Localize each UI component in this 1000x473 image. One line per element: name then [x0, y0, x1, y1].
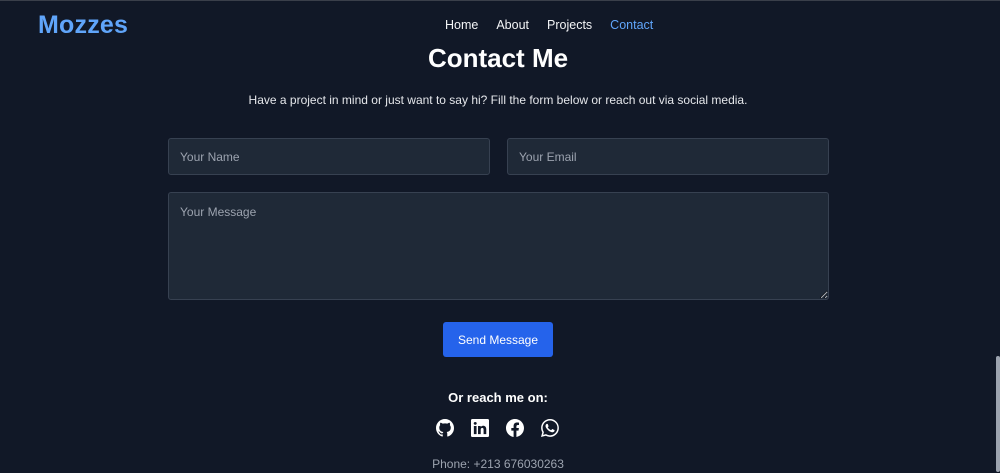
brand-logo[interactable]: Mozzes: [38, 11, 128, 40]
reach-me-heading: Or reach me on:: [448, 390, 548, 405]
nav-link-projects[interactable]: Projects: [547, 18, 592, 32]
name-input[interactable]: [168, 138, 490, 175]
send-message-button[interactable]: Send Message: [443, 322, 553, 357]
linkedin-icon[interactable]: [471, 419, 489, 437]
phone-number: Phone: +213 676030263: [432, 457, 564, 471]
message-textarea[interactable]: [168, 192, 829, 300]
scrollbar-thumb[interactable]: [996, 356, 1000, 472]
nav-link-contact[interactable]: Contact: [610, 18, 653, 32]
github-icon[interactable]: [436, 419, 454, 437]
page-subtitle: Have a project in mind or just want to s…: [248, 93, 748, 107]
email-input[interactable]: [507, 138, 829, 175]
main-nav: Home About Projects Contact: [445, 18, 653, 32]
social-links: [436, 419, 559, 437]
contact-page: Mozzes Home About Projects Contact Conta…: [0, 0, 1000, 473]
page-scrollbar[interactable]: [996, 1, 1000, 473]
page-title: Contact Me: [427, 43, 569, 73]
facebook-icon[interactable]: [506, 419, 524, 437]
nav-link-home[interactable]: Home: [445, 18, 478, 32]
nav-link-about[interactable]: About: [496, 18, 529, 32]
whatsapp-icon[interactable]: [541, 419, 559, 437]
